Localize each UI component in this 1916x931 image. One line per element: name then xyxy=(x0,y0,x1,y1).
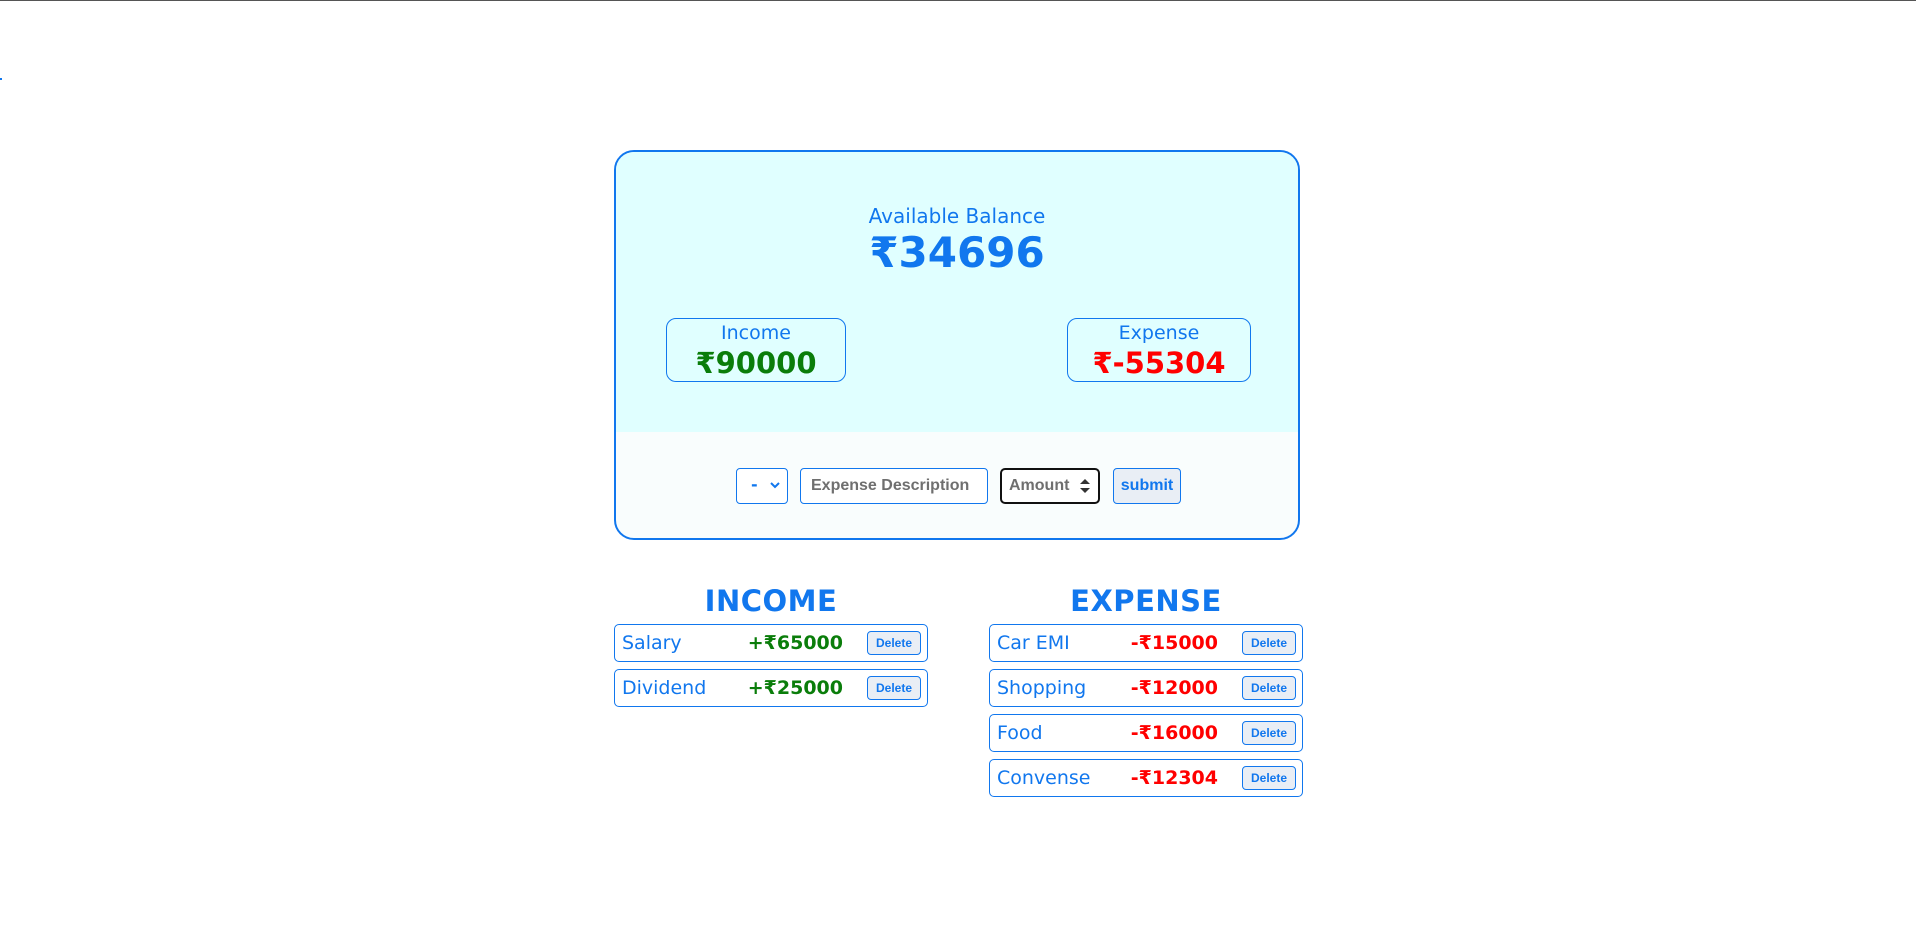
expense-item-amount: -₹12000 xyxy=(1130,677,1218,699)
delete-button[interactable]: Delete xyxy=(1242,766,1296,790)
income-item-description: Dividend xyxy=(622,677,707,699)
balance-card: Available Balance ₹34696 Income ₹90000 E… xyxy=(614,150,1300,540)
type-select-value: - xyxy=(751,475,758,494)
expense-item: Convense -₹12304 Delete xyxy=(989,759,1303,797)
delete-button[interactable]: Delete xyxy=(867,676,921,700)
income-item-amount: +₹25000 xyxy=(747,677,843,699)
chevron-down-icon xyxy=(770,482,780,489)
expense-item: Car EMI -₹15000 Delete xyxy=(989,624,1303,662)
amount-field[interactable] xyxy=(1000,468,1100,504)
expense-list: EXPENSE Car EMI -₹15000 Delete Shopping … xyxy=(989,578,1303,804)
delete-button[interactable]: Delete xyxy=(1242,676,1296,700)
income-item: Salary +₹65000 Delete xyxy=(614,624,928,662)
expense-heading: EXPENSE xyxy=(1070,584,1222,618)
income-item-amount: +₹65000 xyxy=(747,632,843,654)
income-heading: INCOME xyxy=(704,584,838,618)
balance-label: Available Balance xyxy=(868,204,1046,228)
income-summary-value: ₹90000 xyxy=(695,346,817,380)
spinner-arrows-icon[interactable] xyxy=(1080,479,1090,493)
expense-summary-label: Expense xyxy=(1118,322,1200,344)
expense-item-description: Convense xyxy=(997,767,1091,789)
expense-item-description: Food xyxy=(997,722,1043,744)
expense-summary: Expense ₹-55304 xyxy=(1067,318,1251,382)
income-item-description: Salary xyxy=(622,632,682,654)
expense-item-description: Car EMI xyxy=(997,632,1070,654)
expense-item: Shopping -₹12000 Delete xyxy=(989,669,1303,707)
income-summary-label: Income xyxy=(721,322,791,344)
transaction-form: - submit xyxy=(616,468,1298,504)
corner-mark xyxy=(0,78,2,80)
delete-button[interactable]: Delete xyxy=(1242,721,1296,745)
top-divider xyxy=(0,0,1916,1)
income-list: INCOME Salary +₹65000 Delete Dividend +₹… xyxy=(614,578,928,714)
amount-input[interactable] xyxy=(1002,470,1078,502)
expense-summary-value: ₹-55304 xyxy=(1092,346,1226,380)
expense-item: Food -₹16000 Delete xyxy=(989,714,1303,752)
type-select[interactable]: - xyxy=(736,468,788,504)
balance-panel: Available Balance ₹34696 Income ₹90000 E… xyxy=(616,152,1298,432)
income-summary: Income ₹90000 xyxy=(666,318,846,382)
expense-item-amount: -₹16000 xyxy=(1130,722,1218,744)
submit-button[interactable]: submit xyxy=(1113,468,1181,504)
delete-button[interactable]: Delete xyxy=(1242,631,1296,655)
balance-value: ₹34696 xyxy=(869,228,1045,277)
expense-item-amount: -₹12304 xyxy=(1130,767,1218,789)
description-input[interactable] xyxy=(800,468,988,504)
income-item: Dividend +₹25000 Delete xyxy=(614,669,928,707)
expense-item-description: Shopping xyxy=(997,677,1087,699)
expense-item-amount: -₹15000 xyxy=(1130,632,1218,654)
delete-button[interactable]: Delete xyxy=(867,631,921,655)
